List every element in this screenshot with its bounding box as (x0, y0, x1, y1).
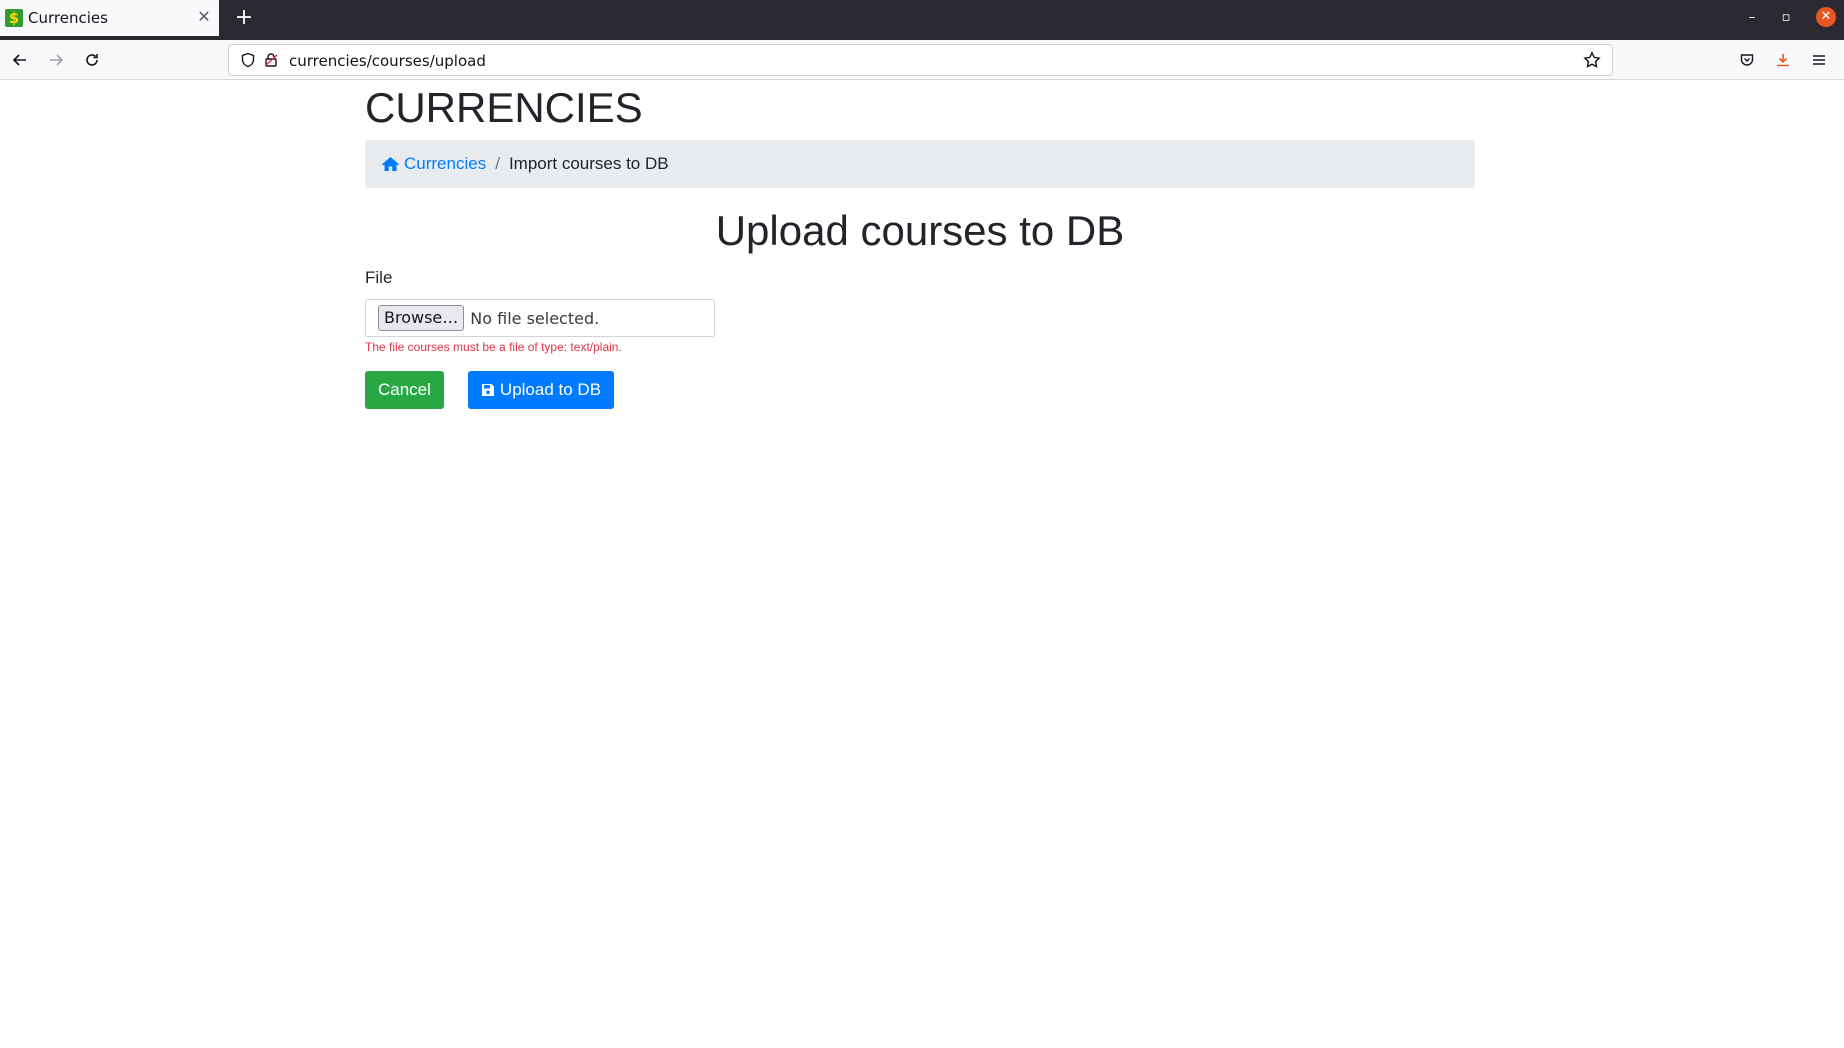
file-input[interactable]: Browse… No file selected. (365, 299, 715, 337)
breadcrumb-separator: / (495, 154, 500, 173)
address-bar[interactable]: currencies/courses/upload (228, 44, 1613, 76)
save-floppy-icon (481, 384, 494, 396)
tab-close-icon[interactable]: ✕ (195, 8, 213, 26)
pocket-icon[interactable] (1735, 48, 1759, 72)
restore-window-button[interactable]: ▫ (1776, 8, 1796, 28)
file-field-label: File (365, 268, 393, 287)
browser-tab[interactable]: $ Currencies ✕ (0, 0, 219, 36)
browser-tab-strip: $ Currencies ✕ + – ▫ ✕ (0, 0, 1844, 40)
page-heading: Upload courses to DB (715, 207, 1125, 254)
insecure-lock-icon[interactable] (259, 48, 283, 72)
hamburger-menu-icon[interactable] (1807, 48, 1831, 72)
new-tab-button[interactable]: + (232, 6, 256, 30)
breadcrumb-home-label: Currencies (404, 154, 487, 173)
upload-button-label: Upload to DB (499, 380, 602, 399)
tab-title: Currencies (28, 9, 108, 27)
forward-arrow-icon[interactable] (44, 48, 68, 72)
navigation-toolbar: currencies/courses/upload (0, 40, 1844, 80)
home-icon (382, 157, 399, 171)
cancel-button[interactable]: Cancel (365, 371, 444, 409)
upload-to-db-button[interactable]: Upload to DB (467, 371, 615, 409)
no-file-selected-text: No file selected. (470, 308, 600, 328)
downloads-icon[interactable] (1771, 48, 1795, 72)
form-actions: Cancel Upload to DB (365, 371, 1475, 409)
back-arrow-icon[interactable] (8, 48, 32, 72)
browse-button[interactable]: Browse… (378, 305, 465, 331)
tracking-shield-icon[interactable] (236, 48, 260, 72)
breadcrumb-current: Import courses to DB (508, 154, 669, 173)
breadcrumb: Currencies / Import courses to DB (365, 140, 1475, 188)
close-window-button[interactable]: ✕ (1816, 7, 1836, 27)
file-validation-error: The file courses must be a file of type:… (365, 340, 622, 354)
upload-form: File Browse… No file selected. The file … (365, 268, 1475, 409)
reload-icon[interactable] (80, 48, 104, 72)
breadcrumb-home-link[interactable]: Currencies (381, 154, 486, 174)
bookmark-star-icon[interactable] (1580, 48, 1604, 72)
page-container: CURRENCIES Currencies / Import courses t… (365, 80, 1475, 409)
site-title: CURRENCIES (365, 84, 643, 131)
url-text: currencies/courses/upload (289, 52, 486, 70)
currency-favicon-icon: $ (5, 9, 23, 27)
minimize-window-button[interactable]: – (1742, 8, 1762, 28)
